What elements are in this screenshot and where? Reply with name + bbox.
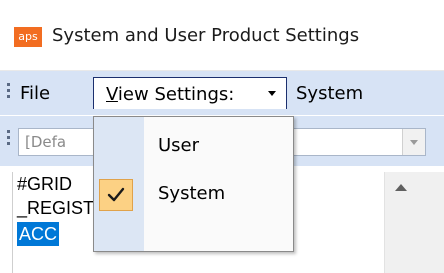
- window-title: System and User Product Settings: [52, 25, 360, 46]
- menu-system[interactable]: System: [296, 83, 363, 104]
- settings-combo-value: [Defa: [25, 133, 67, 151]
- menu-view-settings-label: View Settings:: [106, 84, 235, 105]
- title-bar: aps System and User Product Settings: [0, 0, 444, 71]
- menu-view-settings[interactable]: View Settings:: [93, 77, 287, 109]
- chevron-down-icon: [268, 91, 276, 96]
- menubar-grip-icon[interactable]: [7, 83, 10, 98]
- dropdown-item-label: User: [158, 135, 200, 156]
- dropdown-item-system[interactable]: System: [94, 175, 293, 215]
- scroll-up-arrow-icon[interactable]: [395, 184, 407, 191]
- app-logo-icon: aps: [14, 27, 42, 47]
- menu-bar: File View Settings: System: [0, 71, 444, 115]
- list-item[interactable]: #GRID: [17, 172, 72, 196]
- vertical-scrollbar[interactable]: [384, 172, 444, 273]
- view-settings-dropdown: User System: [93, 116, 294, 252]
- toolbar-grip-icon[interactable]: [7, 130, 10, 145]
- dropdown-item-user[interactable]: User: [94, 127, 293, 167]
- menu-file[interactable]: File: [20, 83, 50, 104]
- list-item-selected[interactable]: ACC: [17, 222, 60, 246]
- checkmark-icon: [99, 179, 133, 211]
- dropdown-item-label: System: [158, 183, 226, 204]
- combo-dropdown-button[interactable]: [402, 129, 425, 155]
